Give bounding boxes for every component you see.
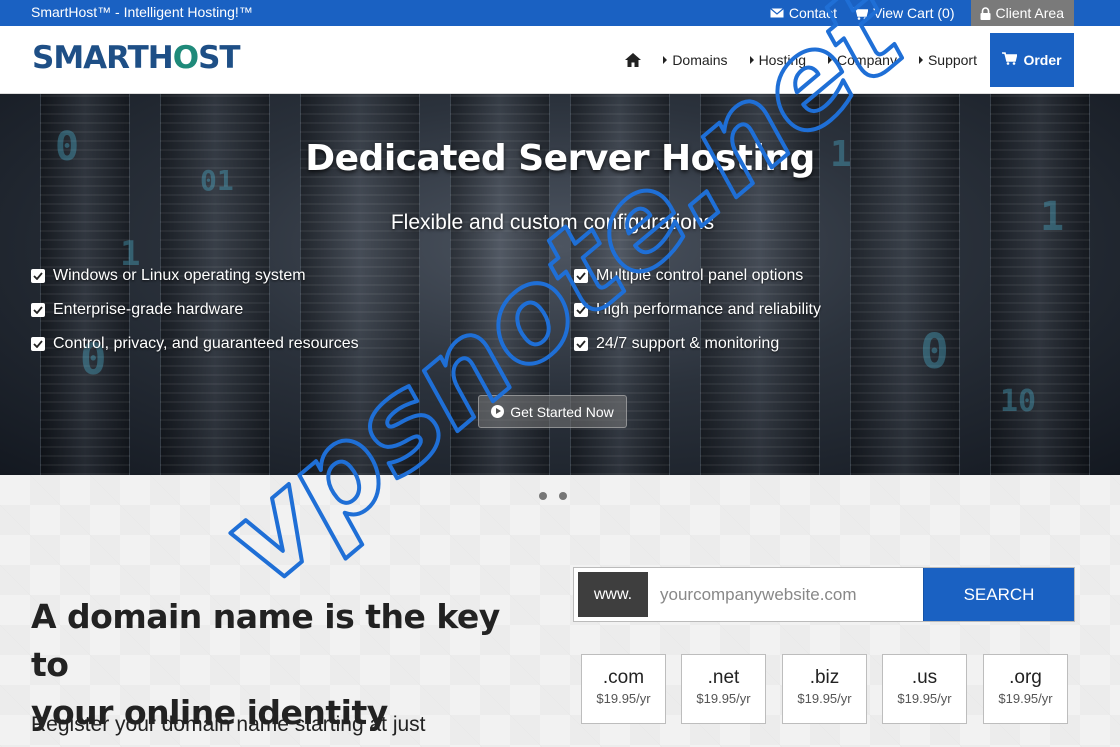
play-circle-icon bbox=[491, 405, 505, 418]
checkbox-icon bbox=[31, 303, 45, 317]
feature-item: Enterprise-grade hardware bbox=[31, 301, 243, 319]
site-header: SMARTHOST Domains Hosting Company Suppor… bbox=[0, 26, 1120, 94]
feature-item: 24/7 support & monitoring bbox=[574, 335, 779, 353]
checkbox-icon bbox=[31, 269, 45, 283]
hero-title: Dedicated Server Hosting bbox=[305, 138, 815, 179]
tld-card-us[interactable]: .us $19.95/yr bbox=[882, 654, 967, 724]
client-area-label: Client Area bbox=[995, 5, 1064, 21]
smarthost-logo[interactable]: SMARTHOST bbox=[32, 40, 241, 76]
slider-dot[interactable] bbox=[539, 492, 547, 500]
view-cart-label: View Cart (0) bbox=[873, 5, 955, 21]
checkbox-icon bbox=[31, 337, 45, 351]
tld-card-net[interactable]: .net $19.95/yr bbox=[681, 654, 766, 724]
binary-decoration: 0 bbox=[920, 324, 949, 380]
tld-card-biz[interactable]: .biz $19.95/yr bbox=[782, 654, 867, 724]
slider-dots bbox=[539, 492, 567, 500]
home-icon[interactable] bbox=[625, 53, 642, 67]
get-started-button[interactable]: Get Started Now bbox=[478, 395, 627, 428]
view-cart-link[interactable]: View Cart (0) bbox=[853, 5, 955, 21]
domain-section: A domain name is the key to your online … bbox=[0, 475, 1120, 747]
envelope-icon bbox=[769, 8, 784, 18]
nav-hosting[interactable]: Hosting bbox=[749, 52, 806, 68]
order-label: Order bbox=[1023, 52, 1062, 68]
feature-item: Multiple control panel options bbox=[574, 267, 803, 285]
top-bar: SmartHost™ - Intelligent Hosting!™ Conta… bbox=[0, 0, 1120, 26]
nav-support[interactable]: Support bbox=[918, 52, 977, 68]
checkbox-icon bbox=[574, 337, 588, 351]
feature-item: Control, privacy, and guaranteed resourc… bbox=[31, 335, 359, 353]
cart-icon bbox=[853, 6, 869, 20]
tld-card-com[interactable]: .com $19.95/yr bbox=[581, 654, 666, 724]
main-nav: Domains Hosting Company Support Order bbox=[625, 26, 1120, 94]
checkbox-icon bbox=[574, 269, 588, 283]
checkbox-icon bbox=[574, 303, 588, 317]
client-area-link[interactable]: Client Area bbox=[970, 0, 1074, 26]
caret-right-icon bbox=[828, 56, 833, 64]
get-started-label: Get Started Now bbox=[510, 403, 614, 420]
domain-search-form: www. SEARCH bbox=[573, 567, 1075, 622]
tld-card-org[interactable]: .org $19.95/yr bbox=[983, 654, 1068, 724]
binary-decoration: 10 bbox=[1000, 384, 1037, 419]
caret-right-icon bbox=[663, 56, 668, 64]
nav-company[interactable]: Company bbox=[828, 52, 897, 68]
cart-icon bbox=[1002, 52, 1018, 68]
order-button[interactable]: Order bbox=[990, 33, 1074, 87]
hero-slider: 0 1 01 0 1 0 1 10 Dedicated Server Hosti… bbox=[0, 94, 1120, 475]
site-tagline: SmartHost™ - Intelligent Hosting!™ bbox=[31, 4, 253, 20]
feature-item: High performance and reliability bbox=[574, 301, 821, 319]
top-links: Contact View Cart (0) Client Area bbox=[769, 0, 1120, 26]
slider-dot[interactable] bbox=[559, 492, 567, 500]
caret-right-icon bbox=[918, 56, 923, 64]
caret-right-icon bbox=[749, 56, 754, 64]
nav-domains[interactable]: Domains bbox=[663, 52, 728, 68]
lock-icon bbox=[980, 6, 991, 20]
domain-search-input[interactable] bbox=[648, 568, 923, 621]
contact-label: Contact bbox=[788, 5, 838, 21]
hero-subtitle: Flexible and custom configurations bbox=[390, 211, 715, 234]
contact-link[interactable]: Contact bbox=[769, 5, 838, 21]
domain-subtext: Register your domain name starting at ju… bbox=[31, 713, 426, 736]
www-prefix: www. bbox=[578, 572, 648, 617]
feature-item: Windows or Linux operating system bbox=[31, 267, 306, 285]
search-button[interactable]: SEARCH bbox=[923, 568, 1074, 621]
